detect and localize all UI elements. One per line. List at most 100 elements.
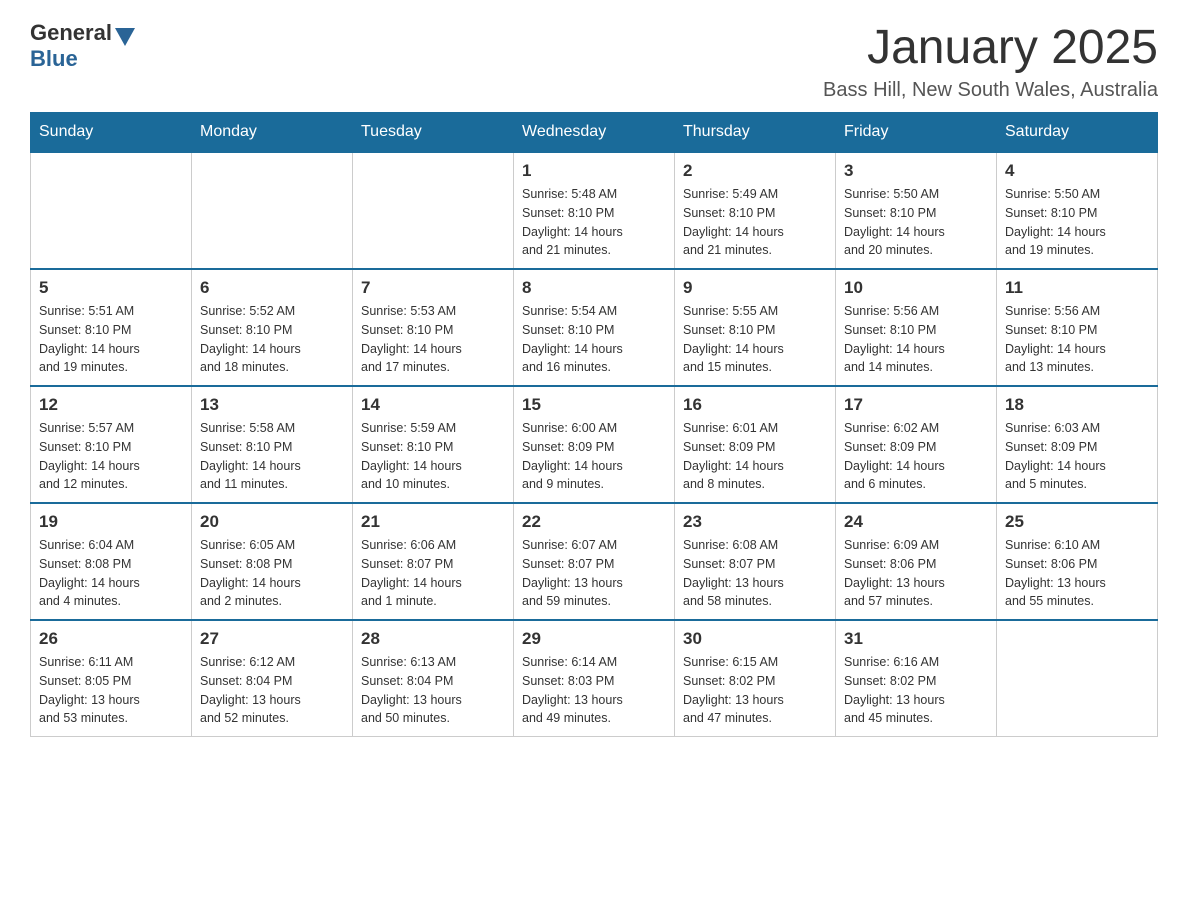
day-info: Sunrise: 6:09 AMSunset: 8:06 PMDaylight:…: [844, 536, 988, 611]
calendar-cell: [353, 152, 514, 269]
calendar-cell: 29 Sunrise: 6:14 AMSunset: 8:03 PMDayligh…: [514, 620, 675, 737]
day-info: Sunrise: 5:58 AMSunset: 8:10 PMDaylight:…: [200, 419, 344, 494]
week-row-1: 1 Sunrise: 5:48 AMSunset: 8:10 PMDaylight…: [31, 152, 1158, 269]
day-info: Sunrise: 6:01 AMSunset: 8:09 PMDaylight:…: [683, 419, 827, 494]
calendar-cell: [31, 152, 192, 269]
day-info: Sunrise: 5:49 AMSunset: 8:10 PMDaylight:…: [683, 185, 827, 260]
calendar-cell: 15 Sunrise: 6:00 AMSunset: 8:09 PMDayligh…: [514, 386, 675, 503]
week-row-4: 19 Sunrise: 6:04 AMSunset: 8:08 PMDayligh…: [31, 503, 1158, 620]
day-info: Sunrise: 6:05 AMSunset: 8:08 PMDaylight:…: [200, 536, 344, 611]
calendar-cell: 20 Sunrise: 6:05 AMSunset: 8:08 PMDayligh…: [192, 503, 353, 620]
calendar-cell: 18 Sunrise: 6:03 AMSunset: 8:09 PMDayligh…: [997, 386, 1158, 503]
day-number: 27: [200, 629, 344, 649]
calendar-cell: 27 Sunrise: 6:12 AMSunset: 8:04 PMDayligh…: [192, 620, 353, 737]
day-number: 18: [1005, 395, 1149, 415]
calendar-cell: 7 Sunrise: 5:53 AMSunset: 8:10 PMDaylight…: [353, 269, 514, 386]
day-number: 9: [683, 278, 827, 298]
column-header-wednesday: Wednesday: [514, 113, 675, 153]
day-info: Sunrise: 6:12 AMSunset: 8:04 PMDaylight:…: [200, 653, 344, 728]
day-info: Sunrise: 5:56 AMSunset: 8:10 PMDaylight:…: [844, 302, 988, 377]
day-number: 29: [522, 629, 666, 649]
day-number: 23: [683, 512, 827, 532]
day-info: Sunrise: 6:15 AMSunset: 8:02 PMDaylight:…: [683, 653, 827, 728]
calendar-cell: 21 Sunrise: 6:06 AMSunset: 8:07 PMDayligh…: [353, 503, 514, 620]
calendar-cell: 1 Sunrise: 5:48 AMSunset: 8:10 PMDaylight…: [514, 152, 675, 269]
day-number: 3: [844, 161, 988, 181]
month-title: January 2025: [823, 20, 1158, 75]
day-info: Sunrise: 5:48 AMSunset: 8:10 PMDaylight:…: [522, 185, 666, 260]
day-number: 8: [522, 278, 666, 298]
day-info: Sunrise: 6:02 AMSunset: 8:09 PMDaylight:…: [844, 419, 988, 494]
day-info: Sunrise: 6:10 AMSunset: 8:06 PMDaylight:…: [1005, 536, 1149, 611]
day-number: 22: [522, 512, 666, 532]
calendar-cell: 31 Sunrise: 6:16 AMSunset: 8:02 PMDayligh…: [836, 620, 997, 737]
day-number: 21: [361, 512, 505, 532]
day-info: Sunrise: 6:11 AMSunset: 8:05 PMDaylight:…: [39, 653, 183, 728]
page-header: General Blue January 2025 Bass Hill, New…: [30, 20, 1158, 102]
day-info: Sunrise: 6:04 AMSunset: 8:08 PMDaylight:…: [39, 536, 183, 611]
day-number: 15: [522, 395, 666, 415]
week-row-2: 5 Sunrise: 5:51 AMSunset: 8:10 PMDaylight…: [31, 269, 1158, 386]
day-number: 10: [844, 278, 988, 298]
day-info: Sunrise: 5:55 AMSunset: 8:10 PMDaylight:…: [683, 302, 827, 377]
column-header-sunday: Sunday: [31, 113, 192, 153]
day-number: 16: [683, 395, 827, 415]
calendar-table: SundayMondayTuesdayWednesdayThursdayFrid…: [30, 112, 1158, 737]
calendar-cell: 26 Sunrise: 6:11 AMSunset: 8:05 PMDayligh…: [31, 620, 192, 737]
day-info: Sunrise: 6:13 AMSunset: 8:04 PMDaylight:…: [361, 653, 505, 728]
day-info: Sunrise: 5:54 AMSunset: 8:10 PMDaylight:…: [522, 302, 666, 377]
calendar-cell: [997, 620, 1158, 737]
location-title: Bass Hill, New South Wales, Australia: [823, 79, 1158, 102]
calendar-cell: 30 Sunrise: 6:15 AMSunset: 8:02 PMDayligh…: [675, 620, 836, 737]
logo-triangle-icon: [115, 28, 135, 46]
day-number: 11: [1005, 278, 1149, 298]
day-info: Sunrise: 6:06 AMSunset: 8:07 PMDaylight:…: [361, 536, 505, 611]
day-info: Sunrise: 5:56 AMSunset: 8:10 PMDaylight:…: [1005, 302, 1149, 377]
day-number: 24: [844, 512, 988, 532]
day-info: Sunrise: 6:00 AMSunset: 8:09 PMDaylight:…: [522, 419, 666, 494]
calendar-cell: 4 Sunrise: 5:50 AMSunset: 8:10 PMDaylight…: [997, 152, 1158, 269]
column-header-saturday: Saturday: [997, 113, 1158, 153]
day-number: 14: [361, 395, 505, 415]
day-info: Sunrise: 5:50 AMSunset: 8:10 PMDaylight:…: [1005, 185, 1149, 260]
day-number: 5: [39, 278, 183, 298]
day-number: 31: [844, 629, 988, 649]
calendar-cell: 2Sunrise: 5:49 AMSunset: 8:10 PMDaylight…: [675, 152, 836, 269]
calendar-cell: 12Sunrise: 5:57 AMSunset: 8:10 PMDayligh…: [31, 386, 192, 503]
day-number: 1: [522, 161, 666, 181]
logo-blue-text: Blue: [30, 46, 78, 71]
day-info: Sunrise: 5:53 AMSunset: 8:10 PMDaylight:…: [361, 302, 505, 377]
day-number: 4: [1005, 161, 1149, 181]
calendar-cell: 25Sunrise: 6:10 AMSunset: 8:06 PMDayligh…: [997, 503, 1158, 620]
calendar-cell: 9 Sunrise: 5:55 AMSunset: 8:10 PMDaylight…: [675, 269, 836, 386]
day-number: 19: [39, 512, 183, 532]
day-number: 7: [361, 278, 505, 298]
day-number: 28: [361, 629, 505, 649]
day-info: Sunrise: 5:51 AMSunset: 8:10 PMDaylight:…: [39, 302, 183, 377]
day-number: 20: [200, 512, 344, 532]
week-row-5: 26 Sunrise: 6:11 AMSunset: 8:05 PMDayligh…: [31, 620, 1158, 737]
calendar-cell: 16 Sunrise: 6:01 AMSunset: 8:09 PMDayligh…: [675, 386, 836, 503]
day-info: Sunrise: 6:16 AMSunset: 8:02 PMDaylight:…: [844, 653, 988, 728]
day-number: 30: [683, 629, 827, 649]
calendar-cell: 24 Sunrise: 6:09 AMSunset: 8:06 PMDayligh…: [836, 503, 997, 620]
day-info: Sunrise: 6:08 AMSunset: 8:07 PMDaylight:…: [683, 536, 827, 611]
calendar-cell: 5 Sunrise: 5:51 AMSunset: 8:10 PMDaylight…: [31, 269, 192, 386]
column-header-thursday: Thursday: [675, 113, 836, 153]
column-header-tuesday: Tuesday: [353, 113, 514, 153]
logo-general-text: General: [30, 20, 112, 46]
calendar-cell: 28 Sunrise: 6:13 AMSunset: 8:04 PMDayligh…: [353, 620, 514, 737]
calendar-cell: [192, 152, 353, 269]
calendar-cell: 17Sunrise: 6:02 AMSunset: 8:09 PMDayligh…: [836, 386, 997, 503]
calendar-cell: 23 Sunrise: 6:08 AMSunset: 8:07 PMDayligh…: [675, 503, 836, 620]
day-info: Sunrise: 6:07 AMSunset: 8:07 PMDaylight:…: [522, 536, 666, 611]
day-info: Sunrise: 6:03 AMSunset: 8:09 PMDaylight:…: [1005, 419, 1149, 494]
day-number: 26: [39, 629, 183, 649]
calendar-cell: 13Sunrise: 5:58 AMSunset: 8:10 PMDayligh…: [192, 386, 353, 503]
calendar-header-row: SundayMondayTuesdayWednesdayThursdayFrid…: [31, 113, 1158, 153]
day-info: Sunrise: 5:50 AMSunset: 8:10 PMDaylight:…: [844, 185, 988, 260]
day-info: Sunrise: 6:14 AMSunset: 8:03 PMDaylight:…: [522, 653, 666, 728]
day-info: Sunrise: 5:52 AMSunset: 8:10 PMDaylight:…: [200, 302, 344, 377]
column-header-monday: Monday: [192, 113, 353, 153]
calendar-cell: 11 Sunrise: 5:56 AMSunset: 8:10 PMDayligh…: [997, 269, 1158, 386]
